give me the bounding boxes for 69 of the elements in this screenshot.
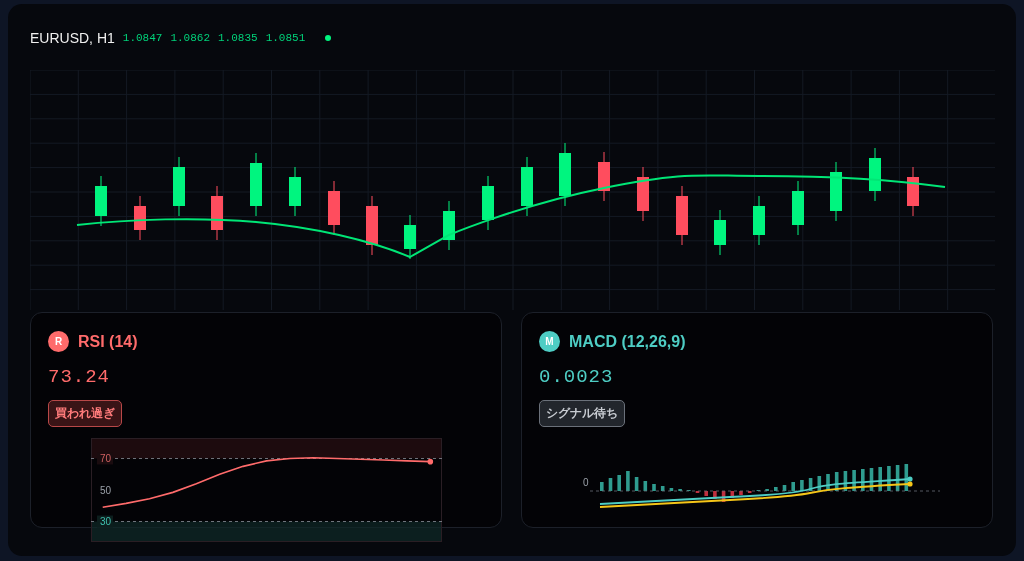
histogram-bar	[826, 474, 830, 491]
indicator-value: 0.0023	[539, 366, 615, 388]
histogram-bar	[878, 467, 882, 491]
histogram-bar	[887, 466, 891, 491]
histogram-bar	[861, 469, 865, 491]
histogram-bar	[730, 491, 735, 498]
candlestick	[328, 180, 340, 236]
histogram-bar	[600, 482, 604, 491]
indicator-title: RSI (14)	[78, 332, 138, 351]
histogram-bar	[774, 487, 778, 491]
axis-label: 50	[100, 484, 112, 496]
candlestick	[830, 161, 842, 222]
symbol-label: EURUSD, H1	[30, 30, 115, 46]
candlestick	[134, 195, 146, 241]
histogram-bar	[669, 488, 674, 491]
candlestick	[676, 185, 688, 246]
signal-badge: 買われ過ぎ	[48, 400, 122, 427]
histogram-bar	[739, 491, 743, 495]
histogram-bar	[904, 464, 909, 491]
candlestick	[907, 166, 919, 217]
indicator-icon: M	[539, 331, 560, 352]
candlestick	[482, 175, 494, 231]
candlestick	[443, 200, 455, 251]
histogram-bar	[713, 491, 717, 499]
histogram-bar	[626, 471, 630, 491]
candlestick	[404, 214, 416, 260]
histogram-bar	[617, 475, 621, 491]
histogram-bar	[817, 476, 822, 491]
histogram-bar	[721, 491, 726, 502]
price-value: 1.0847	[122, 32, 163, 44]
histogram-bar	[634, 477, 639, 491]
histogram-bar	[852, 470, 856, 491]
candlestick	[250, 152, 262, 217]
candlestick	[637, 166, 649, 222]
histogram-bar	[800, 480, 804, 491]
candlestick	[598, 151, 610, 202]
candlestick	[869, 147, 881, 202]
histogram-bar	[791, 482, 795, 491]
histogram-bar	[608, 478, 613, 491]
histogram-bar	[895, 465, 900, 491]
price-value: 1.0862	[170, 32, 210, 44]
axis-label: 30	[100, 516, 112, 527]
axis-label: 0	[583, 477, 589, 488]
candlestick	[173, 156, 185, 217]
histogram-bar	[782, 485, 787, 491]
candlestick	[366, 195, 378, 256]
candlestick	[289, 166, 301, 217]
signal-badge: シグナル待ち	[539, 400, 625, 427]
candlestick	[714, 209, 726, 256]
axis-label: 70	[100, 453, 112, 464]
indicator-value: 73.24	[48, 366, 111, 388]
candlestick	[211, 185, 223, 241]
histogram-bar	[643, 481, 648, 491]
candlestick	[792, 180, 804, 236]
candlestick	[521, 156, 533, 217]
histogram-bar	[808, 478, 813, 491]
indicator-title: MACD (12,26,9)	[569, 332, 686, 351]
candlestick	[95, 175, 107, 227]
candlestick	[559, 142, 571, 207]
histogram-bar	[843, 471, 848, 491]
histogram-bar	[652, 484, 656, 491]
price-value: 1.0835	[218, 32, 258, 44]
histogram-bar	[704, 491, 708, 496]
price-value: 1.0851	[265, 32, 306, 44]
histogram-bar	[660, 486, 665, 491]
candlestick	[753, 195, 765, 246]
histogram-bar	[834, 472, 839, 491]
histogram-bar	[869, 468, 874, 491]
indicator-icon: R	[48, 331, 69, 352]
